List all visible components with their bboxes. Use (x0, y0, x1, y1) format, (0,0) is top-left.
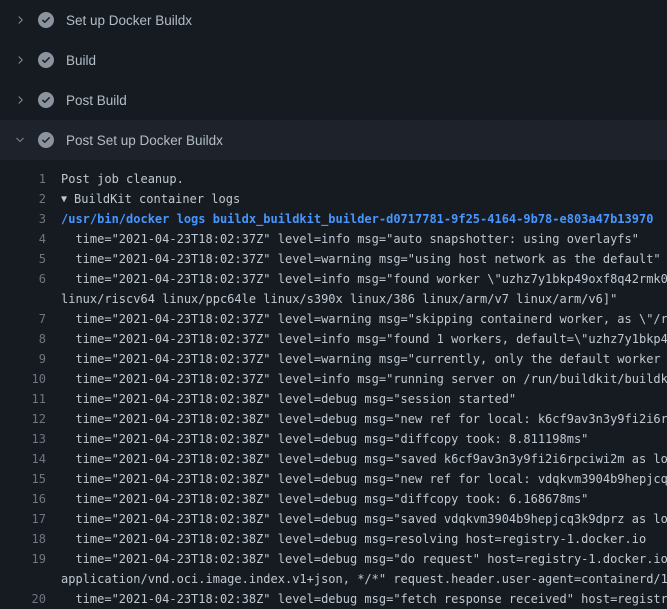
chevron-down-icon (12, 132, 28, 148)
line-number[interactable]: 2 (0, 189, 46, 209)
log-line: 15 time="2021-04-23T18:02:38Z" level=deb… (0, 469, 667, 489)
log-line-continuation: application/vnd.oci.image.index.v1+json,… (0, 569, 667, 589)
log-line: 8 time="2021-04-23T18:02:37Z" level=info… (0, 329, 667, 349)
log-text: time="2021-04-23T18:02:37Z" level=info m… (61, 329, 667, 349)
line-number[interactable]: 5 (0, 249, 46, 269)
line-number[interactable]: 16 (0, 489, 46, 509)
log-line: 3/usr/bin/docker logs buildx_buildkit_bu… (0, 209, 667, 229)
chevron-right-icon (12, 12, 28, 28)
log-line: 9 time="2021-04-23T18:02:37Z" level=warn… (0, 349, 667, 369)
step-label: Build (66, 53, 96, 68)
log-text: Post job cleanup. (61, 169, 184, 189)
group-label: BuildKit container logs (74, 192, 240, 206)
group-toggle[interactable]: ▼ BuildKit container logs (61, 189, 240, 209)
check-circle-icon (38, 12, 54, 28)
check-circle-icon (38, 132, 54, 148)
log-line: 20 time="2021-04-23T18:02:38Z" level=deb… (0, 589, 667, 609)
line-number[interactable]: 12 (0, 409, 46, 429)
log-line: 10 time="2021-04-23T18:02:37Z" level=inf… (0, 369, 667, 389)
step-label: Set up Docker Buildx (66, 13, 192, 28)
log-text: time="2021-04-23T18:02:38Z" level=debug … (61, 429, 588, 449)
log-text: time="2021-04-23T18:02:37Z" level=info m… (61, 369, 667, 389)
log-text: time="2021-04-23T18:02:37Z" level=warnin… (61, 349, 667, 369)
check-circle-icon (38, 52, 54, 68)
log-text: time="2021-04-23T18:02:38Z" level=debug … (61, 549, 667, 569)
log-line: 5 time="2021-04-23T18:02:37Z" level=warn… (0, 249, 667, 269)
log-line: 6 time="2021-04-23T18:02:37Z" level=info… (0, 269, 667, 289)
log-text: time="2021-04-23T18:02:38Z" level=debug … (61, 489, 588, 509)
line-number[interactable]: 20 (0, 589, 46, 609)
line-number[interactable]: 9 (0, 349, 46, 369)
log-text: time="2021-04-23T18:02:38Z" level=debug … (61, 469, 667, 489)
step-header-post-build[interactable]: Post Build (0, 80, 667, 120)
check-circle-icon (38, 92, 54, 108)
log-text: application/vnd.oci.image.index.v1+json,… (61, 569, 667, 589)
log-line: 1 Post job cleanup. (0, 169, 667, 189)
log-line-continuation: linux/riscv64 linux/ppc64le linux/s390x … (0, 289, 667, 309)
line-number (0, 289, 46, 309)
log-viewer: 1 Post job cleanup. 2 ▼ BuildKit container l… (0, 160, 667, 609)
line-number[interactable]: 3 (0, 209, 46, 229)
log-line: 18 time="2021-04-23T18:02:38Z" level=deb… (0, 529, 667, 549)
collapse-triangle-icon: ▼ (61, 190, 67, 209)
log-line: 4 time="2021-04-23T18:02:37Z" level=info… (0, 229, 667, 249)
log-line: 16 time="2021-04-23T18:02:38Z" level=deb… (0, 489, 667, 509)
log-text: time="2021-04-23T18:02:38Z" level=debug … (61, 449, 667, 469)
step-header-build[interactable]: Build (0, 40, 667, 80)
line-number[interactable]: 11 (0, 389, 46, 409)
log-line: 14 time="2021-04-23T18:02:38Z" level=deb… (0, 449, 667, 469)
log-text: time="2021-04-23T18:02:38Z" level=debug … (61, 529, 646, 549)
line-number[interactable]: 4 (0, 229, 46, 249)
line-number[interactable]: 17 (0, 509, 46, 529)
log-text: time="2021-04-23T18:02:37Z" level=warnin… (61, 309, 667, 329)
log-text: linux/riscv64 linux/ppc64le linux/s390x … (61, 289, 617, 309)
log-line: 7 time="2021-04-23T18:02:37Z" level=warn… (0, 309, 667, 329)
line-number[interactable]: 6 (0, 269, 46, 289)
step-label: Post Set up Docker Buildx (66, 133, 223, 148)
line-number[interactable]: 13 (0, 429, 46, 449)
line-number[interactable]: 10 (0, 369, 46, 389)
log-line: 19 time="2021-04-23T18:02:38Z" level=deb… (0, 549, 667, 569)
steps-list: Set up Docker Buildx Build Post Build Post … (0, 0, 667, 160)
line-number[interactable]: 15 (0, 469, 46, 489)
log-text: time="2021-04-23T18:02:37Z" level=warnin… (61, 249, 661, 269)
log-text: time="2021-04-23T18:02:37Z" level=info m… (61, 229, 639, 249)
line-number[interactable]: 18 (0, 529, 46, 549)
log-line: 12 time="2021-04-23T18:02:38Z" level=deb… (0, 409, 667, 429)
step-header-set-up-docker-buildx[interactable]: Set up Docker Buildx (0, 0, 667, 40)
chevron-right-icon (12, 52, 28, 68)
line-number[interactable]: 8 (0, 329, 46, 349)
log-text: time="2021-04-23T18:02:38Z" level=debug … (61, 509, 667, 529)
line-number (0, 569, 46, 589)
chevron-right-icon (12, 92, 28, 108)
step-header-post-set-up-docker-buildx[interactable]: Post Set up Docker Buildx (0, 120, 667, 160)
log-line: 11 time="2021-04-23T18:02:38Z" level=deb… (0, 389, 667, 409)
line-number[interactable]: 19 (0, 549, 46, 569)
log-text: time="2021-04-23T18:02:38Z" level=debug … (61, 589, 667, 609)
log-line: 13 time="2021-04-23T18:02:38Z" level=deb… (0, 429, 667, 449)
log-line: 2 ▼ BuildKit container logs (0, 189, 667, 209)
command-text: /usr/bin/docker logs buildx_buildkit_bui… (61, 209, 653, 229)
line-number[interactable]: 14 (0, 449, 46, 469)
log-line: 17 time="2021-04-23T18:02:38Z" level=deb… (0, 509, 667, 529)
log-text: time="2021-04-23T18:02:38Z" level=debug … (61, 409, 667, 429)
line-number[interactable]: 7 (0, 309, 46, 329)
log-text: time="2021-04-23T18:02:38Z" level=debug … (61, 389, 516, 409)
log-text: time="2021-04-23T18:02:37Z" level=info m… (61, 269, 667, 289)
step-label: Post Build (66, 93, 127, 108)
line-number[interactable]: 1 (0, 169, 46, 189)
